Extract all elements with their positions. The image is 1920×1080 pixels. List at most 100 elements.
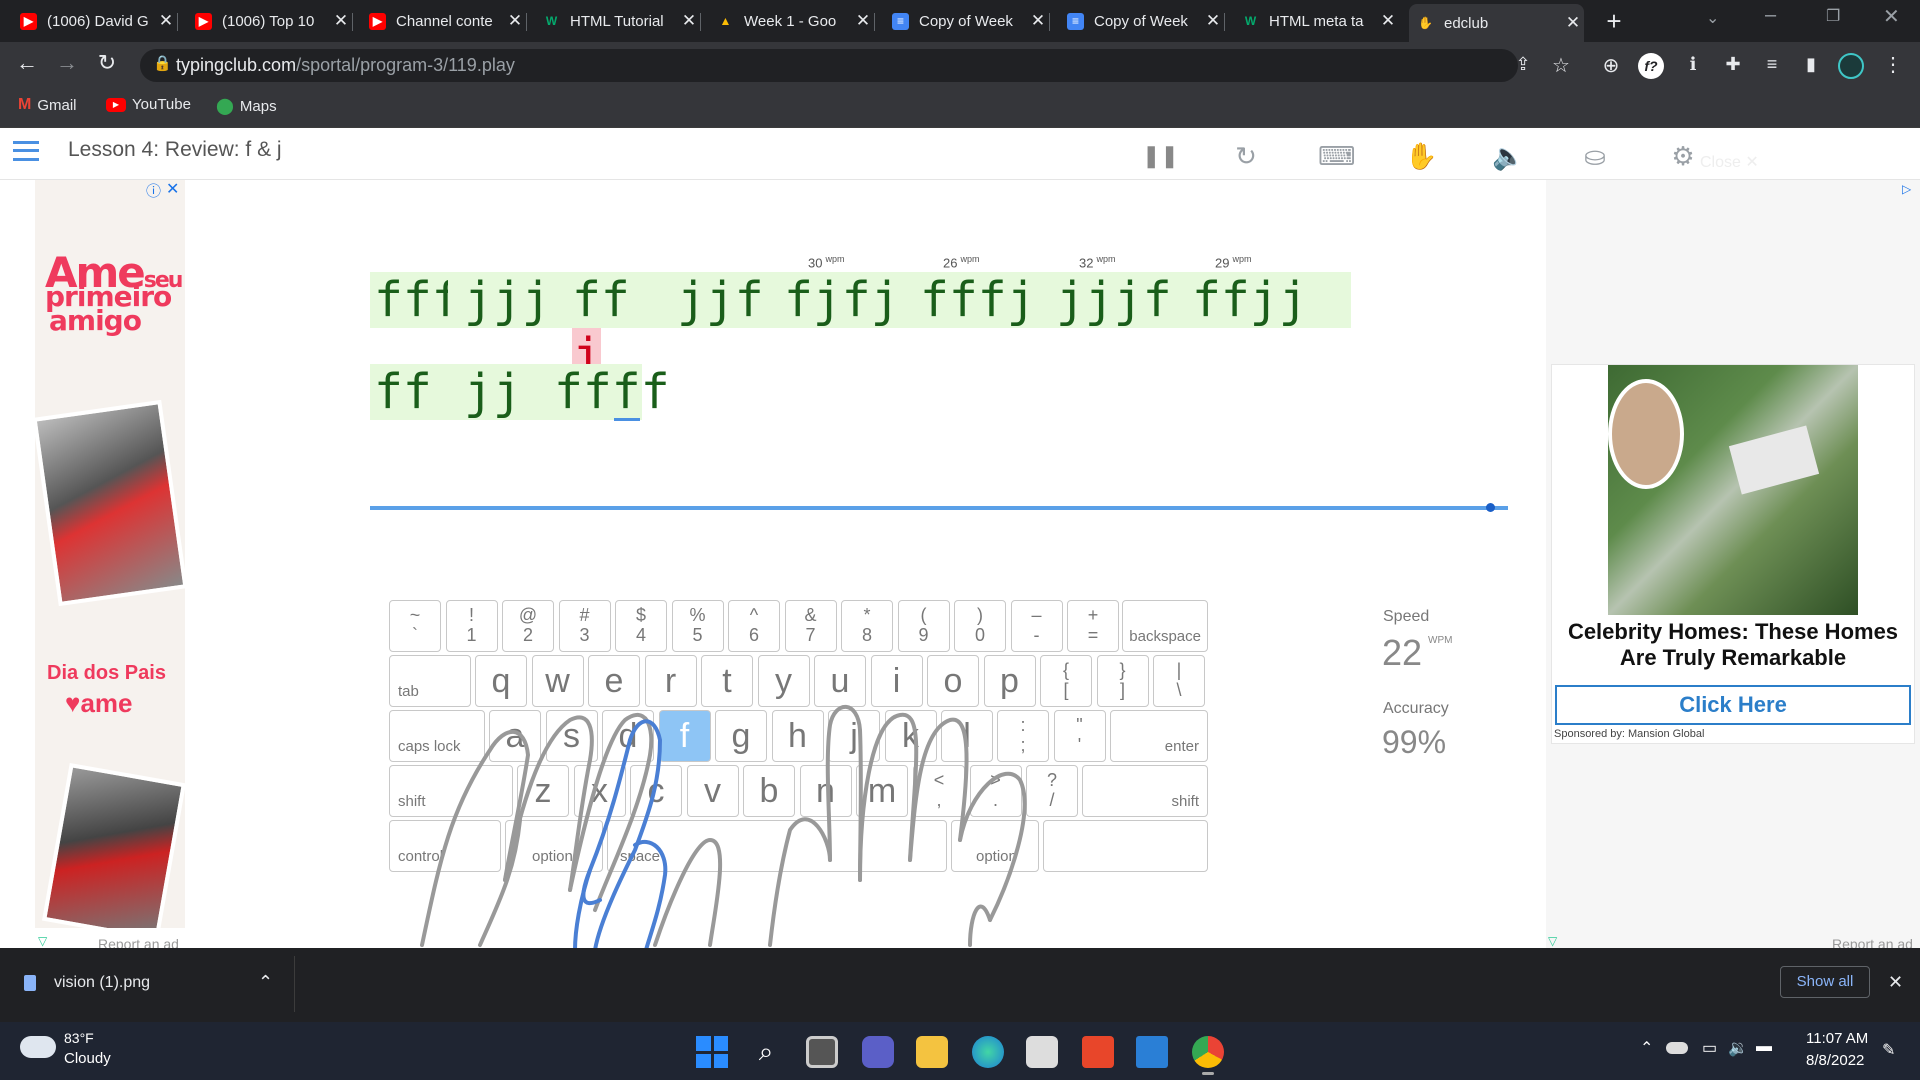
profile-avatar[interactable]	[1838, 53, 1864, 79]
store-icon[interactable]	[1026, 1036, 1058, 1068]
tab-close-icon[interactable]: ✕	[678, 11, 700, 31]
tab-7[interactable]: W HTML meta ta ✕	[1234, 6, 1399, 36]
download-item[interactable]: vision (1).png	[24, 974, 150, 992]
chunk-wpm-unit: wpm	[960, 254, 980, 264]
minimize-button[interactable]: –	[1765, 4, 1776, 27]
key-backspace[interactable]: backspace	[1122, 600, 1208, 652]
bookmark-maps[interactable]: ⬤ Maps	[216, 96, 277, 116]
tab-search-icon[interactable]: ⌄	[1706, 8, 1719, 28]
close-downloads-icon[interactable]: ✕	[1888, 972, 1903, 993]
tray-chevron-icon[interactable]: ⌃	[1640, 1038, 1653, 1058]
tab-8[interactable]: ✋ edclub ✕	[1409, 4, 1584, 42]
share-icon[interactable]: ⇪	[1508, 54, 1538, 75]
key-shift-right[interactable]: shift	[1082, 765, 1208, 817]
key-8[interactable]: * 8	[841, 600, 893, 652]
reload-icon[interactable]: ↻	[92, 50, 122, 76]
key-1[interactable]: ! 1	[445, 600, 498, 652]
extensions-puzzle-icon[interactable]: ✚	[1718, 54, 1748, 75]
tab-close-icon[interactable]: ✕	[1202, 11, 1224, 31]
tab-1[interactable]: ▶ (1006) Top 10 ✕	[187, 6, 352, 36]
ad-info-icon[interactable]: ⓘ	[146, 180, 161, 201]
tab-6[interactable]: ≡ Copy of Week ✕	[1059, 6, 1224, 36]
close-lesson-button[interactable]: Close ✕	[1700, 152, 1759, 172]
menu-dots-icon[interactable]: ⋮	[1878, 52, 1908, 77]
office-icon[interactable]	[1082, 1036, 1114, 1068]
mail-icon[interactable]	[1136, 1036, 1168, 1068]
start-windows-icon[interactable]	[696, 1036, 728, 1068]
key-6[interactable]: ^ 6	[728, 600, 780, 652]
key-bracket-2[interactable]: | \	[1153, 655, 1205, 707]
hand-icon[interactable]: ✋	[1405, 140, 1437, 172]
tab-close-icon[interactable]: ✕	[1027, 11, 1049, 31]
bookmark-youtube[interactable]: ▶ YouTube	[106, 96, 191, 113]
w3schools-icon: W	[1244, 14, 1257, 28]
notification-icon[interactable]: ✎	[1882, 1040, 1895, 1060]
extension-f-icon[interactable]: f?	[1638, 53, 1664, 79]
tab-close-icon[interactable]: ✕	[852, 11, 874, 31]
tray-cloud-icon[interactable]	[1666, 1042, 1688, 1054]
hamburger-menu-icon[interactable]	[13, 141, 39, 161]
tab-3[interactable]: W HTML Tutorial ✕	[535, 6, 700, 36]
key-10[interactable]: ) 0	[954, 600, 1006, 652]
show-all-button[interactable]: Show all	[1780, 966, 1870, 998]
clock-date[interactable]: 8/8/2022	[1806, 1052, 1864, 1069]
network-icon[interactable]: ▭	[1702, 1038, 1717, 1058]
key-2[interactable]: @2	[502, 600, 554, 652]
restart-icon[interactable]: ↻	[1230, 140, 1262, 172]
weather-cloud-icon[interactable]	[20, 1036, 56, 1058]
tab-close-icon[interactable]: ✕	[504, 11, 526, 31]
key-9[interactable]: (9	[897, 600, 950, 652]
tab-0[interactable]: ▶ (1006) David G ✕	[12, 6, 177, 36]
tab-close-icon[interactable]: ✕	[155, 11, 177, 31]
chunk-wpm: 32 wpm	[1079, 254, 1115, 270]
extension-info-icon[interactable]: ℹ	[1678, 54, 1708, 75]
teams-icon[interactable]	[862, 1036, 894, 1068]
search-icon[interactable]: ⌕	[750, 1036, 782, 1068]
ad-cta-button[interactable]: Click Here	[1555, 685, 1911, 725]
restore-button[interactable]: ❐	[1826, 6, 1840, 26]
battery-icon[interactable]: ▬	[1756, 1038, 1772, 1056]
pause-icon[interactable]: ❚❚	[1142, 140, 1179, 172]
new-tab-button[interactable]: +	[1599, 6, 1629, 36]
key-5[interactable]: % 5	[671, 600, 724, 652]
clock-time[interactable]: 11:07 AM	[1806, 1030, 1868, 1047]
download-chevron-up-icon[interactable]: ⌃	[258, 972, 273, 993]
settings-gear-icon[interactable]: ⚙	[1667, 140, 1699, 172]
key-12[interactable]: + =	[1067, 600, 1119, 652]
tab-2[interactable]: ▶ Channel conte ✕	[361, 6, 526, 36]
close-window-button[interactable]: ✕	[1883, 4, 1900, 29]
tab-5[interactable]: ≡ Copy of Week ✕	[884, 6, 1049, 36]
volume-icon[interactable]: 🔉	[1728, 1038, 1748, 1058]
tab-close-icon[interactable]: ✕	[1377, 11, 1399, 31]
tab-close-icon[interactable]: ✕	[1562, 13, 1584, 33]
paint-bucket-icon[interactable]: ⛀	[1579, 140, 1611, 172]
file-explorer-icon[interactable]	[916, 1036, 948, 1068]
ad-close-icon[interactable]: ✕	[166, 179, 179, 199]
key-enter[interactable]: enter	[1110, 710, 1208, 762]
task-view-icon[interactable]	[806, 1036, 838, 1068]
back-arrow-icon[interactable]: ←	[12, 50, 42, 76]
bookmark-star-icon[interactable]: ☆	[1546, 53, 1576, 78]
keyboard-icon[interactable]: ⌨	[1318, 140, 1356, 172]
key-4[interactable]: $4	[615, 600, 667, 652]
sound-icon[interactable]: 🔈	[1492, 140, 1524, 172]
forward-arrow-icon[interactable]: →	[52, 50, 82, 76]
right-ad[interactable]: Celebrity Homes: These Homes Are Truly R…	[1551, 364, 1915, 744]
key-7[interactable]: & 7	[784, 600, 837, 652]
media-icon[interactable]: ≡	[1757, 54, 1787, 75]
tab-close-icon[interactable]: ✕	[330, 11, 352, 31]
key-11[interactable]: – -	[1010, 600, 1063, 652]
tab-4[interactable]: ▲ Week 1 - Goo ✕	[709, 6, 874, 36]
key-0[interactable]: ~ `	[389, 600, 441, 652]
youtube-icon: ▶	[20, 12, 37, 30]
key-3[interactable]: #3	[558, 600, 611, 652]
address-bar[interactable]: 🔒 typingclub.com/sportal/program-3/119.p…	[140, 49, 1518, 82]
key-bracket-1[interactable]: }]	[1096, 655, 1149, 707]
ad-choices-icon[interactable]: ▷	[1902, 182, 1911, 196]
left-ad[interactable]: Ameseu primeiro amigo Dia dos Pais ♥ame	[35, 180, 185, 928]
extension-plus-icon[interactable]: ⊕	[1596, 53, 1626, 78]
edge-icon[interactable]	[972, 1036, 1004, 1068]
chrome-icon[interactable]	[1192, 1036, 1224, 1068]
bookmark-gmail[interactable]: M Gmail	[18, 96, 77, 114]
side-panel-icon[interactable]: ▮	[1796, 54, 1826, 75]
